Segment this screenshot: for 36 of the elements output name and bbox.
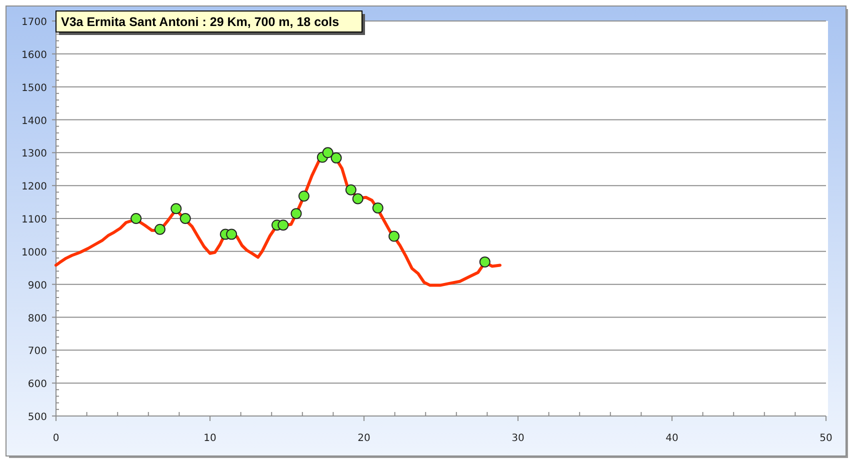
- axis-tick-label: 1000: [22, 247, 47, 258]
- axis-tick-label: 700: [28, 346, 47, 358]
- axis-tick-label: 40: [666, 433, 678, 444]
- axis-tick-label: 30: [512, 433, 524, 444]
- axis-tick-label: 50: [820, 433, 832, 444]
- col-marker: [226, 228, 238, 240]
- col-marker: [298, 190, 310, 202]
- col-marker: [170, 203, 182, 214]
- col-marker: [372, 202, 384, 214]
- axis-tick-label: 500: [28, 412, 47, 423]
- axis-tick-label: 1600: [22, 50, 47, 61]
- axis-tick-label: 1100: [22, 214, 47, 226]
- col-marker: [180, 213, 191, 224]
- chart-title: V3a Ermita Sant Antoni : 29 Km, 700 m, 18 cols: [61, 15, 340, 29]
- col-marker: [479, 256, 490, 268]
- axis-tick-label: 10: [204, 433, 216, 444]
- axis-tick-label: 800: [28, 313, 47, 324]
- axis-tick-label: 20: [358, 433, 370, 444]
- chart-title: V3a Ermita Sant Antoni : 29 Km, 700 m, 18 cols: [56, 10, 365, 35]
- col-marker: [278, 220, 289, 231]
- col-marker: [322, 147, 334, 158]
- axis-tick-label: 1200: [22, 182, 47, 193]
- col-marker: [130, 213, 142, 224]
- col-marker: [388, 230, 400, 242]
- axis-tick-label: 1300: [22, 148, 47, 160]
- axis-tick-label: 600: [28, 379, 47, 390]
- col-marker: [345, 184, 356, 196]
- col-marker: [154, 224, 166, 235]
- axis-tick-label: 1700: [22, 17, 47, 28]
- col-marker: [352, 193, 364, 204]
- axis-tick-label: 0: [52, 433, 60, 444]
- axis-tick-label: 900: [28, 280, 47, 292]
- axis-tick-label: 1500: [22, 82, 47, 94]
- axis-tick-label: 1400: [22, 116, 47, 127]
- col-marker: [290, 208, 302, 220]
- col-marker: [330, 152, 342, 164]
